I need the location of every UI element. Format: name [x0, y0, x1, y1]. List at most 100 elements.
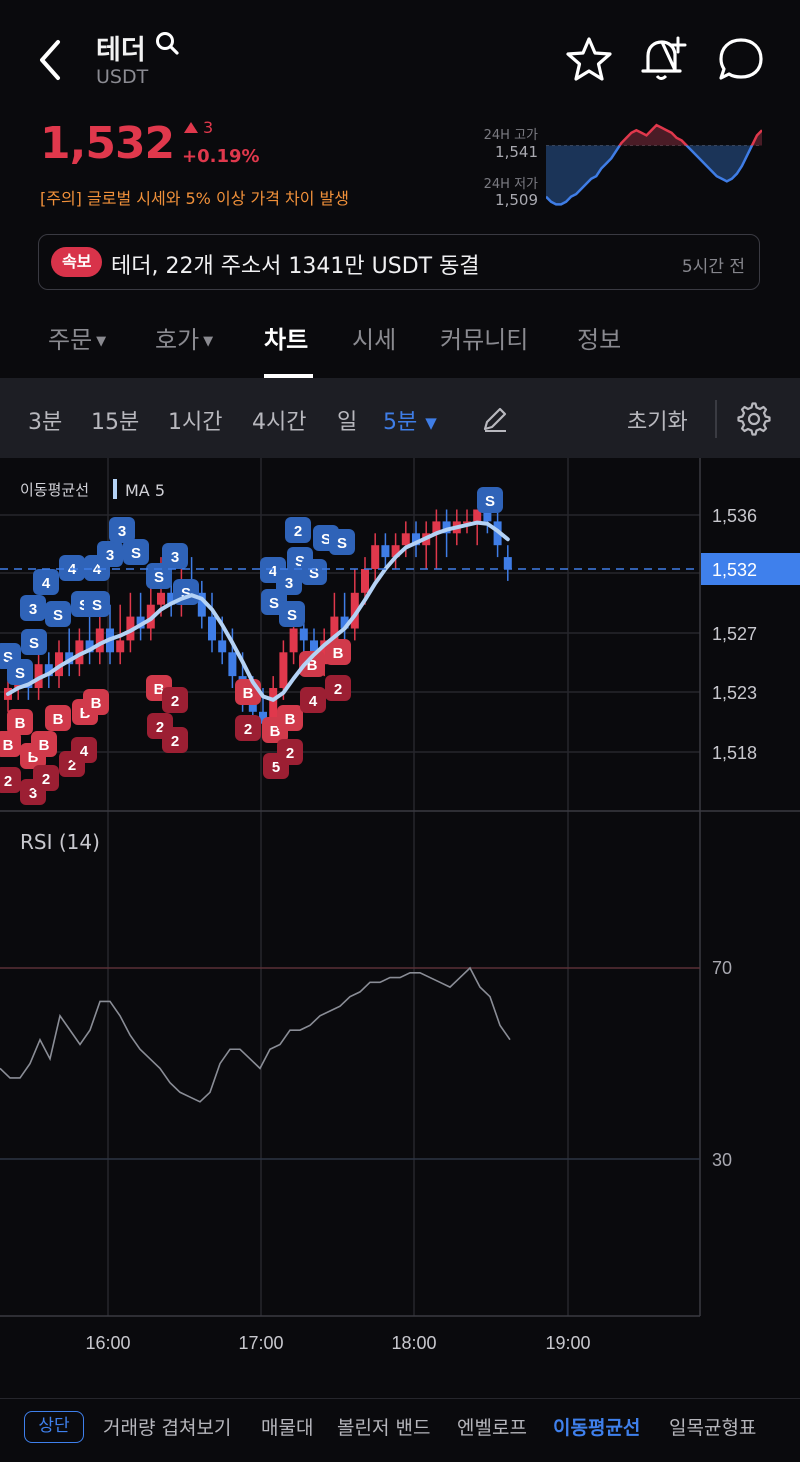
tab-order-label: 주문 [48, 326, 93, 354]
svg-text:S: S [53, 607, 63, 624]
tab-info[interactable]: 정보 [577, 320, 621, 355]
y-tick-label: 1,518 [712, 743, 757, 763]
svg-text:2: 2 [171, 693, 179, 710]
caret-down-icon: ▼ [425, 414, 437, 432]
trade-marker-sell: S [21, 629, 47, 655]
low-24h-label: 24H 저가 [483, 177, 538, 192]
svg-text:2: 2 [286, 745, 294, 762]
y-tick-label: 1,536 [712, 506, 757, 526]
price-warning-notice: [주의] 글로벌 시세와 5% 이상 가격 차이 발생 [40, 189, 349, 208]
candle-body [289, 628, 298, 653]
interval-selector[interactable]: 5분 ▼ [383, 404, 437, 436]
rsi-title: RSI (14) [20, 830, 100, 854]
chart-grid [0, 458, 800, 1317]
mini-24h-chart [546, 123, 762, 206]
trade-marker-buy: B [7, 709, 33, 735]
svg-text:S: S [92, 597, 102, 614]
interval-4h[interactable]: 4시간 [252, 404, 306, 436]
interval-15m[interactable]: 15분 [91, 404, 139, 436]
candle-body [381, 545, 390, 558]
x-tick-label: 18:00 [391, 1333, 436, 1353]
candle-body [228, 652, 237, 677]
trade-marker-buy: 4 [300, 687, 326, 713]
trade-marker-buy: 2 [162, 687, 188, 713]
price-chart-area[interactable]: SS3S4S4SS433SS3S4S32SSSSSSB2BB3B2B24BBB2… [0, 458, 800, 1398]
tab-order[interactable]: 주문 ▼ [48, 320, 106, 355]
trade-marker-sell: 3 [20, 595, 46, 621]
tab-quotes[interactable]: 시세 [352, 320, 396, 355]
trade-marker-buy: 2 [325, 675, 351, 701]
low-24h-value: 1,509 [495, 191, 538, 209]
trade-marker-sell: 2 [285, 517, 311, 543]
news-headline: 테더, 22개 주소서 1341만 USDT 동결 [111, 254, 480, 279]
trade-marker-buy: 2 [277, 739, 303, 765]
candle-body [218, 640, 227, 653]
svg-text:B: B [91, 695, 102, 712]
trade-marker-buy: B [31, 731, 57, 757]
tab-chart[interactable]: 차트 [264, 320, 308, 355]
svg-text:2: 2 [244, 721, 252, 738]
top-button[interactable]: 상단 [24, 1411, 84, 1443]
svg-text:4: 4 [309, 693, 318, 710]
svg-text:3: 3 [171, 549, 179, 566]
trade-marker-sell: S [45, 601, 71, 627]
indicator-volume-overlay[interactable]: 거래량 겹쳐보기 [103, 1413, 231, 1440]
rsi-tick-70: 70 [712, 958, 732, 978]
indicator-bollinger[interactable]: 볼린저 밴드 [337, 1413, 430, 1440]
selected-interval: 5분 [383, 410, 418, 435]
tab-orderbook[interactable]: 호가 ▼ [155, 320, 213, 355]
candle-body [157, 592, 165, 605]
news-time: 5시간 전 [681, 257, 745, 277]
x-tick-label: 16:00 [85, 1333, 130, 1353]
svg-text:2: 2 [171, 733, 179, 750]
svg-text:B: B [3, 737, 14, 754]
interval-3m[interactable]: 3분 [28, 404, 62, 436]
svg-text:B: B [333, 645, 344, 662]
svg-text:2: 2 [294, 523, 302, 540]
breaking-news-banner[interactable]: 속보 테더, 22개 주소서 1341만 USDT 동결 5시간 전 [38, 234, 760, 290]
tab-orderbook-label: 호가 [155, 326, 200, 354]
price-change-percent: +0.19% [182, 146, 260, 167]
gear-icon[interactable] [737, 402, 771, 436]
asset-symbol: USDT [96, 66, 149, 88]
interval-1h[interactable]: 1시간 [168, 404, 222, 436]
high-24h-value: 1,541 [495, 143, 538, 161]
trade-marker-buy: B [83, 689, 109, 715]
svg-text:3: 3 [285, 575, 293, 592]
tab-community[interactable]: 커뮤니티 [440, 320, 528, 355]
trade-marker-sell: 3 [162, 543, 188, 569]
candle-body [503, 557, 512, 569]
back-arrow-icon[interactable] [34, 38, 68, 82]
reset-button[interactable]: 초기화 [627, 404, 688, 436]
svg-text:S: S [29, 635, 39, 652]
svg-text:S: S [154, 569, 164, 586]
trade-marker-sell: 4 [33, 569, 59, 595]
svg-text:4: 4 [42, 575, 51, 592]
ma-legend-label: MA 5 [125, 481, 165, 500]
svg-text:3: 3 [106, 547, 114, 564]
interval-day[interactable]: 일 [337, 404, 357, 436]
star-icon[interactable] [564, 36, 614, 84]
asset-name: 테더 [96, 35, 146, 66]
indicator-moving-average[interactable]: 이동평균선 [553, 1413, 640, 1440]
trade-marker-buy: B [45, 705, 71, 731]
pencil-icon[interactable] [480, 404, 510, 434]
bell-plus-icon[interactable] [638, 34, 692, 84]
trade-marker-buy: 2 [235, 715, 261, 741]
current-price-tag: 1,532 [712, 560, 757, 580]
svg-text:4: 4 [80, 743, 89, 760]
indicator-ichimoku[interactable]: 일목균형표 [669, 1413, 756, 1440]
indicator-envelope[interactable]: 엔벨로프 [457, 1413, 527, 1440]
caret-down-icon: ▼ [96, 333, 107, 349]
toolbar-divider [715, 400, 717, 438]
trade-marker-sell: S [7, 659, 33, 685]
chat-bubble-icon[interactable] [716, 36, 766, 84]
search-icon[interactable] [154, 30, 180, 56]
indicator-volume-profile[interactable]: 매물대 [261, 1413, 313, 1440]
trade-marker-sell: S [279, 601, 305, 627]
y-tick-label: 1,523 [712, 683, 757, 703]
trade-marker-sell: S [84, 591, 110, 617]
svg-text:B: B [243, 685, 254, 702]
svg-text:3: 3 [118, 523, 126, 540]
trade-marker-sell: S [477, 487, 503, 513]
